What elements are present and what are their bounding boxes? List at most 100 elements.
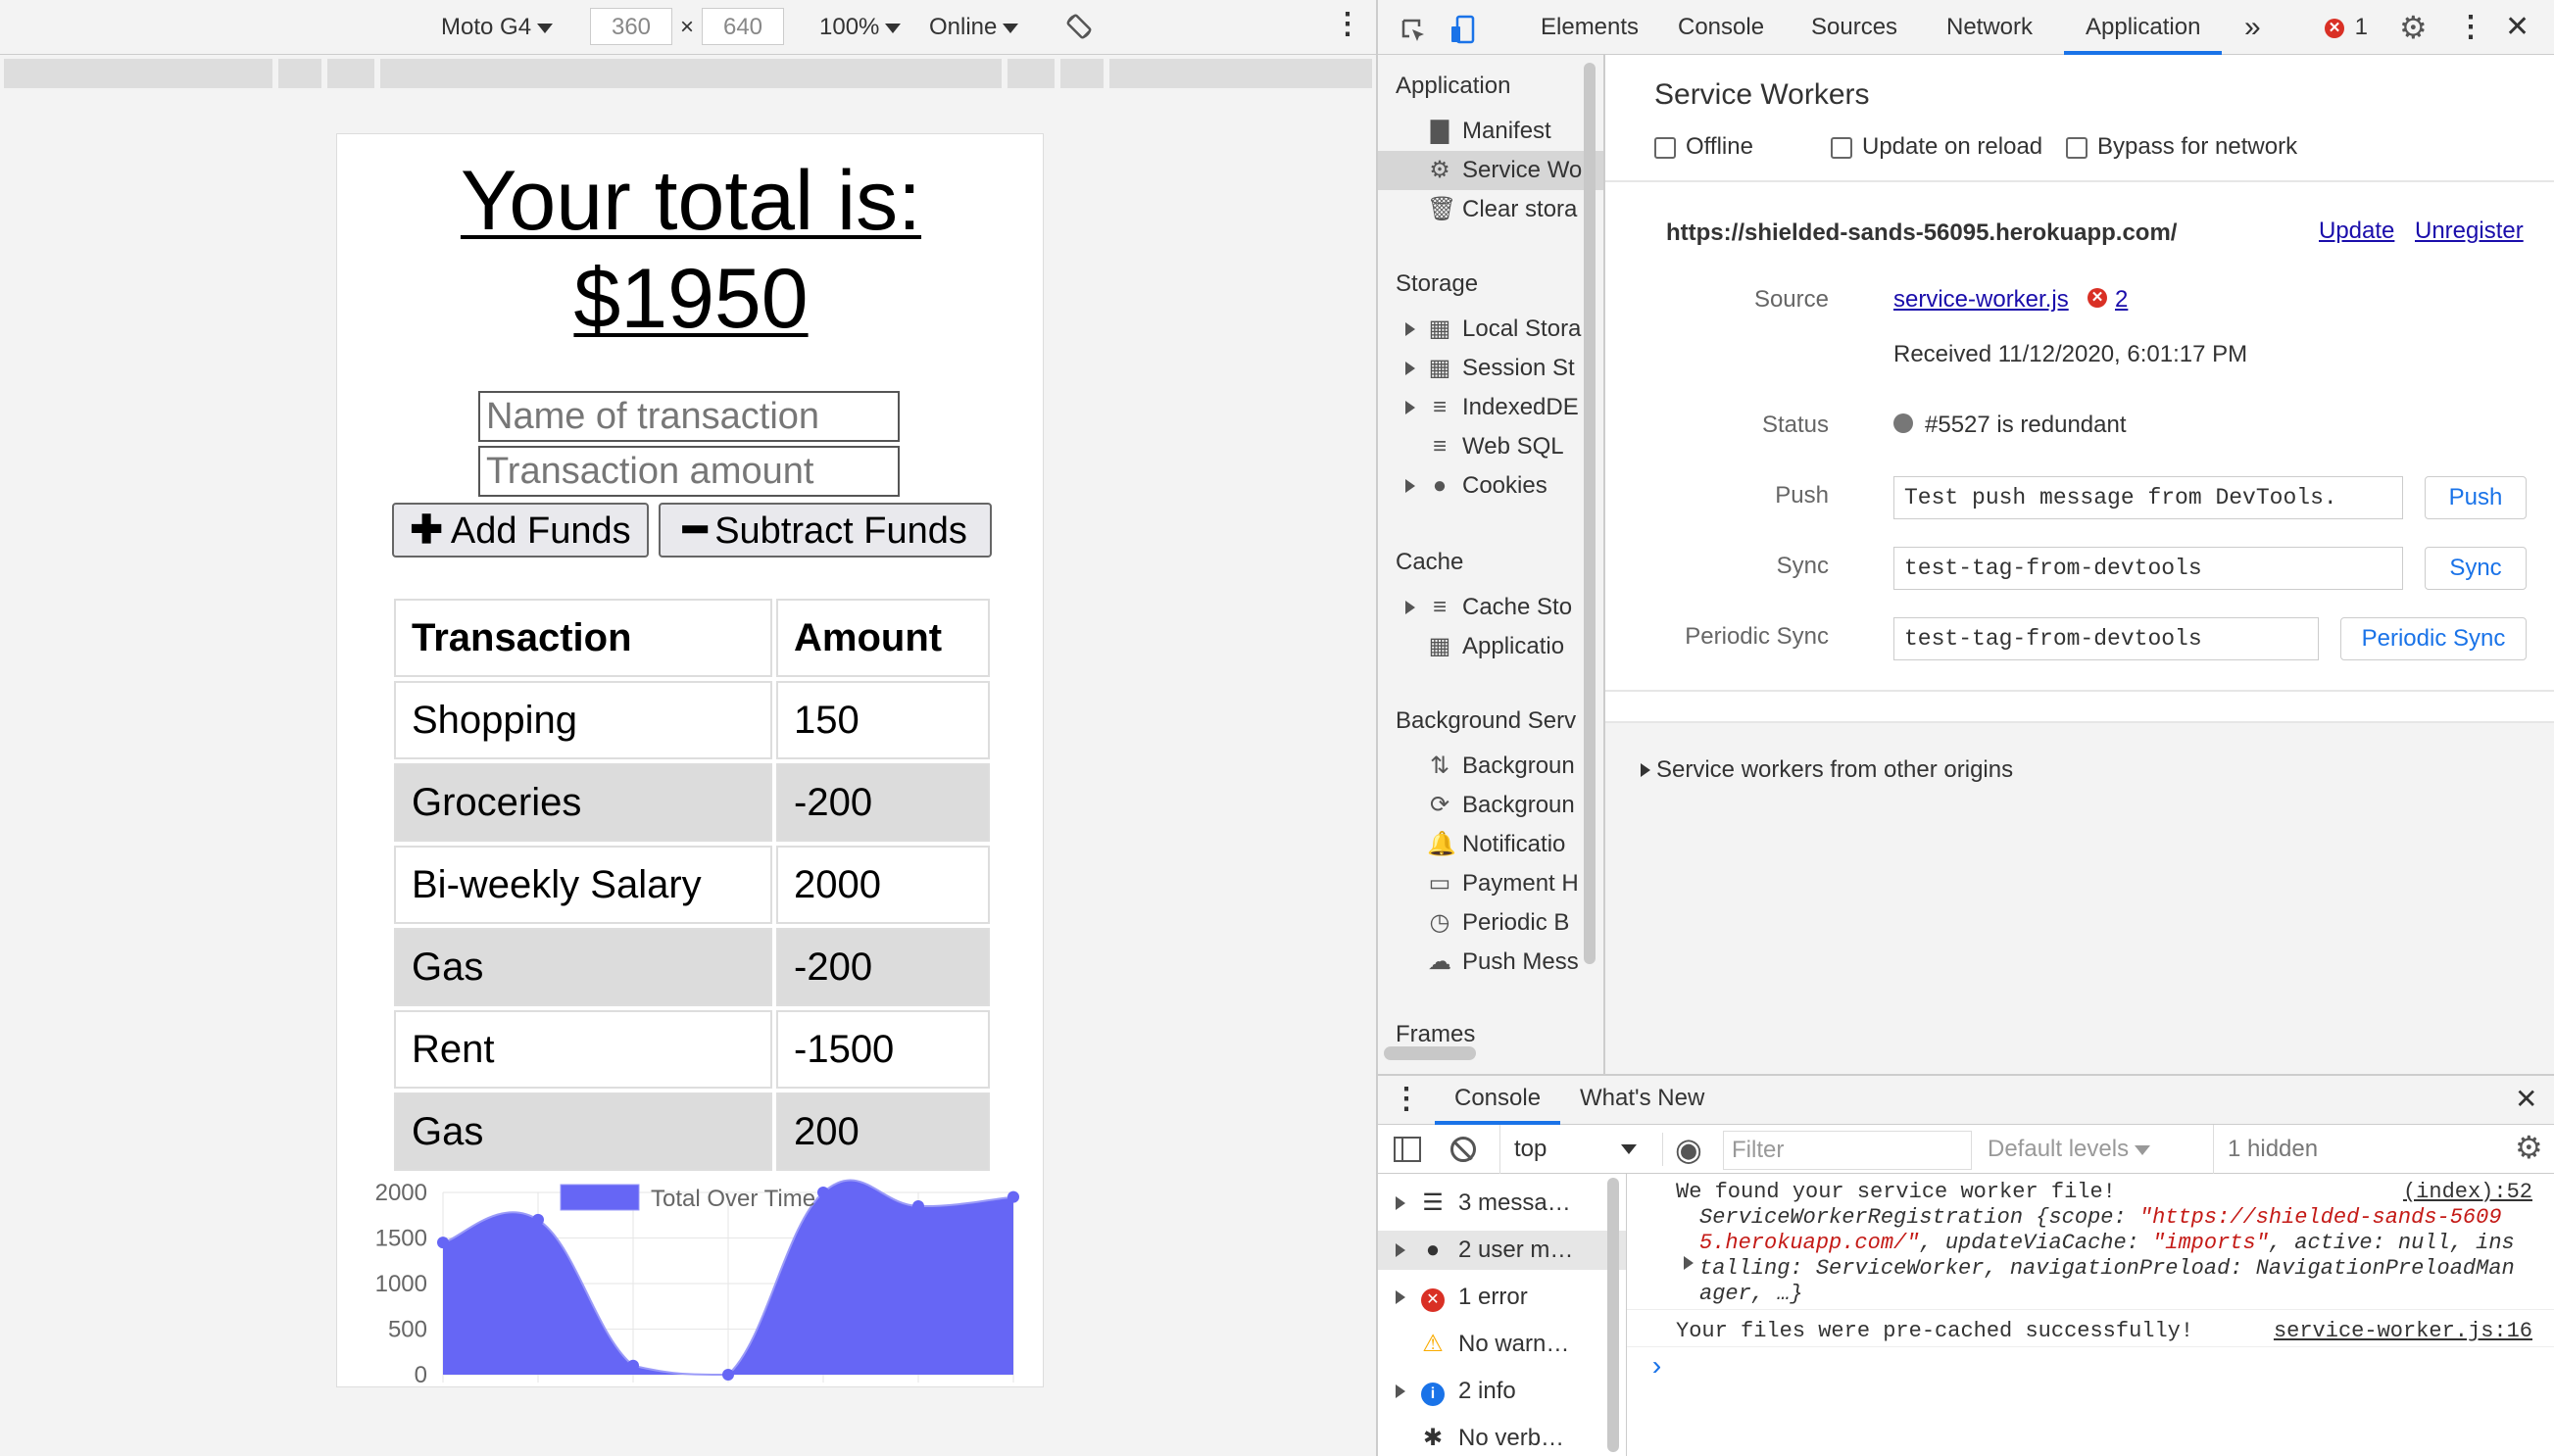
log-levels-select[interactable]: Default levels: [1988, 1125, 2151, 1174]
source-file-link[interactable]: service-worker.js: [1893, 286, 2069, 314]
periodic-sync-button[interactable]: Periodic Sync: [2340, 617, 2527, 660]
close-icon[interactable]: ✕: [2505, 0, 2529, 55]
console-filter-errors[interactable]: ✕ 1 error: [1396, 1278, 1528, 1317]
more-vertical-icon[interactable]: ⋮: [2456, 0, 2485, 55]
push-input[interactable]: Test push message from DevTools.: [1893, 476, 2403, 519]
rotate-icon[interactable]: [1064, 12, 1094, 47]
update-on-reload-checkbox[interactable]: Update on reload: [1831, 133, 2042, 161]
sidebar-item-label: Payment H: [1462, 870, 1579, 897]
sidebar-scrollbar[interactable]: [1584, 63, 1596, 964]
sidebar-item-cache-storage[interactable]: ≡ Cache Sto: [1427, 588, 1603, 627]
zoom-select[interactable]: 100%: [819, 10, 902, 45]
log-source-link[interactable]: service-worker.js:16: [2274, 1319, 2532, 1344]
tab-sources[interactable]: Sources: [1811, 0, 1897, 55]
height-input[interactable]: 640: [702, 8, 784, 45]
more-vertical-icon[interactable]: ⋮: [1333, 10, 1362, 45]
settings-gear-icon[interactable]: ⚙: [2399, 0, 2428, 55]
sidebar-item-manifest[interactable]: ▇ Manifest: [1427, 112, 1603, 151]
width-input[interactable]: 360: [590, 8, 672, 45]
tab-application[interactable]: Application: [2064, 0, 2223, 55]
network-select[interactable]: Online: [929, 10, 1019, 45]
tab-network[interactable]: Network: [1946, 0, 2033, 55]
sync-input[interactable]: test-tag-from-devtools: [1893, 547, 2403, 590]
unregister-link[interactable]: Unregister: [2415, 218, 2524, 245]
sidebar-item-label: Applicatio: [1462, 633, 1565, 659]
close-drawer-icon[interactable]: ✕: [2515, 1082, 2537, 1117]
sidebar-item-clear-storage[interactable]: 🗑 Clear stora: [1427, 190, 1603, 229]
data-point: [532, 1213, 544, 1226]
source-error-count-link[interactable]: 2: [2115, 286, 2128, 314]
tab-elements[interactable]: Elements: [1541, 0, 1639, 55]
offline-checkbox[interactable]: Offline: [1654, 133, 1753, 161]
sidebar-item-periodic-background-sync[interactable]: ◷ Periodic B: [1427, 903, 1603, 943]
drawer-menu-icon[interactable]: ⋮: [1392, 1082, 1421, 1117]
inspect-element-icon[interactable]: [1400, 12, 1429, 43]
clear-console-icon[interactable]: [1450, 1137, 1476, 1162]
sidebar-item-indexeddb[interactable]: ≡ IndexedDE: [1427, 388, 1603, 427]
sidebar-item-session-storage[interactable]: ▦ Session St: [1427, 349, 1603, 388]
expand-arrow-icon[interactable]: [1405, 601, 1415, 614]
sidebar-item-cookies[interactable]: ● Cookies: [1427, 466, 1603, 506]
device-select[interactable]: Moto G4: [441, 10, 554, 45]
section-cache: Cache: [1396, 549, 1464, 575]
subtract-funds-button[interactable]: ━ Subtract Funds: [659, 503, 992, 558]
sync-button[interactable]: Sync: [2425, 547, 2527, 590]
console-filter-info[interactable]: i 2 info: [1396, 1372, 1516, 1411]
push-button[interactable]: Push: [2425, 476, 2527, 519]
expand-arrow-icon[interactable]: [1405, 362, 1415, 375]
sidebar-toggle-icon[interactable]: [1394, 1137, 1421, 1162]
sidebar-item-background-fetch[interactable]: ⇅ Backgroun: [1427, 747, 1603, 786]
sidebar-item-application-cache[interactable]: ▦ Applicatio: [1427, 627, 1603, 666]
drawer-tab-console[interactable]: Console: [1435, 1076, 1561, 1125]
tab-console[interactable]: Console: [1678, 0, 1764, 55]
sidebar-item-local-storage[interactable]: ▦ Local Stora: [1427, 310, 1603, 349]
source-label: Source: [1753, 286, 1829, 313]
sidebar-item-payment-handler[interactable]: ▭ Payment H: [1427, 864, 1603, 903]
media-query-ruler[interactable]: [0, 55, 1376, 92]
periodic-sync-input[interactable]: test-tag-from-devtools: [1893, 617, 2319, 660]
add-funds-button[interactable]: ✚ Add Funds: [392, 503, 649, 558]
transaction-amount-input[interactable]: Transaction amount: [478, 446, 900, 497]
log-source-link[interactable]: (index):52: [2403, 1180, 2532, 1205]
sidebar-item-notifications[interactable]: 🔔 Notificatio: [1427, 825, 1603, 864]
eye-icon[interactable]: ◉: [1662, 1133, 1702, 1166]
expand-arrow-icon[interactable]: [1405, 401, 1415, 414]
error-counter[interactable]: ✕ 1: [2325, 0, 2368, 55]
network-label: Online: [929, 14, 998, 40]
console-prompt-icon[interactable]: ›: [1648, 1355, 1665, 1383]
filter-input[interactable]: Filter: [1723, 1131, 1972, 1170]
sidebar-item-background-sync[interactable]: ⟳ Backgroun: [1427, 786, 1603, 825]
expand-arrow-icon[interactable]: [1684, 1256, 1694, 1270]
console-filter-user-messages[interactable]: ● 2 user m…: [1378, 1231, 1626, 1270]
y-tick-label: 1500: [375, 1226, 427, 1252]
expand-arrow-icon[interactable]: [1405, 479, 1415, 493]
section-background-services: Background Serv: [1396, 707, 1577, 734]
transaction-name-input[interactable]: Name of transaction: [478, 391, 900, 442]
table-header-row: Transaction Amount: [394, 599, 990, 677]
device-toggle-icon[interactable]: [1449, 12, 1478, 44]
worker-scope-url: https://shielded-sands-56095.herokuapp.c…: [1666, 219, 2178, 246]
bypass-for-network-checkbox[interactable]: Bypass for network: [2066, 133, 2297, 161]
error-icon: ✕: [2325, 18, 2344, 38]
hidden-count: 1 hidden: [2213, 1125, 2318, 1174]
other-origins-toggle[interactable]: Service workers from other origins: [1641, 756, 2013, 784]
update-link[interactable]: Update: [2319, 218, 2394, 245]
console-settings-gear-icon[interactable]: ⚙: [2515, 1129, 2543, 1166]
database-icon: ≡: [1432, 433, 1447, 460]
warning-icon: ⚠: [1422, 1331, 1444, 1357]
drawer-tab-whats-new[interactable]: What's New: [1580, 1076, 1704, 1125]
sidebar-item-push-messaging[interactable]: ☁ Push Mess: [1427, 943, 1603, 982]
console-filter-label: 2 user m…: [1458, 1237, 1574, 1263]
expand-arrow-icon[interactable]: [1405, 322, 1415, 336]
console-sidebar-scrollbar[interactable]: [1607, 1178, 1619, 1452]
console-filter-verbose[interactable]: ✱ No verb…: [1396, 1419, 1564, 1456]
console-filter-warnings[interactable]: ⚠ No warn…: [1396, 1325, 1569, 1364]
transaction-name: Bi-weekly Salary: [394, 846, 772, 924]
sidebar-horizontal-scrollbar[interactable]: [1384, 1046, 1476, 1060]
console-filter-messages[interactable]: ☰ 3 messa…: [1396, 1184, 1571, 1223]
sidebar-item-service-workers[interactable]: ⚙ Service Wo: [1378, 151, 1603, 190]
more-tabs-icon[interactable]: »: [2244, 0, 2261, 55]
context-select[interactable]: top: [1499, 1125, 1643, 1174]
sidebar-item-web-sql[interactable]: ≡ Web SQL: [1427, 427, 1603, 466]
log-object[interactable]: ServiceWorkerRegistration {scope: "https…: [1699, 1205, 2542, 1307]
